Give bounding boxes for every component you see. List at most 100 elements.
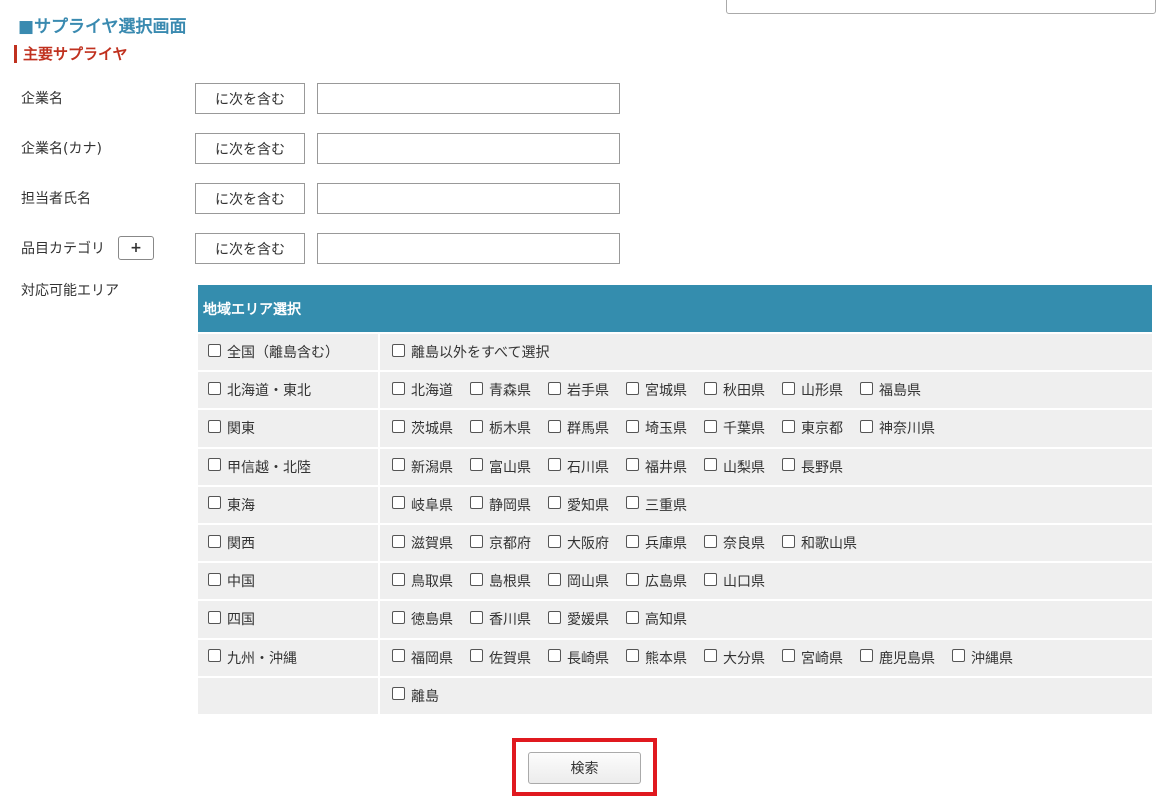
checkbox-icon[interactable] bbox=[208, 419, 221, 433]
checkbox-icon[interactable] bbox=[208, 381, 221, 395]
checkbox-icon[interactable] bbox=[626, 572, 639, 586]
prefecture-checkbox[interactable]: 山形県 bbox=[782, 380, 843, 400]
checkbox-icon[interactable] bbox=[860, 649, 873, 663]
prefecture-checkbox[interactable]: 静岡県 bbox=[470, 495, 531, 515]
company-kana-input[interactable] bbox=[317, 133, 620, 164]
region-checkbox[interactable]: 中国 bbox=[208, 571, 255, 591]
prefecture-checkbox[interactable]: 沖縄県 bbox=[952, 648, 1013, 668]
checkbox-icon[interactable] bbox=[470, 381, 483, 395]
checkbox-icon[interactable] bbox=[548, 649, 561, 663]
region-checkbox[interactable]: 四国 bbox=[208, 609, 255, 629]
checkbox-icon[interactable] bbox=[208, 343, 221, 357]
checkbox-icon[interactable] bbox=[782, 458, 795, 472]
checkbox-icon[interactable] bbox=[548, 419, 561, 433]
prefecture-checkbox[interactable]: 佐賀県 bbox=[470, 648, 531, 668]
checkbox-icon[interactable] bbox=[548, 496, 561, 510]
region-checkbox[interactable]: 関東 bbox=[208, 418, 255, 438]
company-name-condition[interactable]: に次を含む bbox=[195, 83, 305, 114]
checkbox-icon[interactable] bbox=[392, 534, 405, 548]
prefecture-checkbox[interactable]: 大分県 bbox=[704, 648, 765, 668]
region-checkbox[interactable]: 東海 bbox=[208, 495, 255, 515]
prefecture-checkbox[interactable]: 三重県 bbox=[626, 495, 687, 515]
prefecture-checkbox[interactable]: 栃木県 bbox=[470, 418, 531, 438]
checkbox-icon[interactable] bbox=[626, 381, 639, 395]
checkbox-icon[interactable] bbox=[704, 534, 717, 548]
checkbox-icon[interactable] bbox=[548, 381, 561, 395]
prefecture-checkbox[interactable]: 鳥取県 bbox=[392, 571, 453, 591]
checkbox-icon[interactable] bbox=[208, 610, 221, 624]
checkbox-icon[interactable] bbox=[704, 419, 717, 433]
checkbox-icon[interactable] bbox=[470, 610, 483, 624]
region-checkbox[interactable]: 九州・沖縄 bbox=[208, 648, 297, 668]
prefecture-checkbox[interactable]: 広島県 bbox=[626, 571, 687, 591]
prefecture-checkbox[interactable]: 岐阜県 bbox=[392, 495, 453, 515]
prefecture-checkbox[interactable]: 離島 bbox=[392, 686, 439, 706]
checkbox-icon[interactable] bbox=[782, 419, 795, 433]
checkbox-icon[interactable] bbox=[470, 572, 483, 586]
company-name-input[interactable] bbox=[317, 83, 620, 114]
prefecture-checkbox[interactable]: 滋賀県 bbox=[392, 533, 453, 553]
prefecture-checkbox[interactable]: 青森県 bbox=[470, 380, 531, 400]
region-checkbox[interactable]: 全国（離島含む） bbox=[208, 342, 339, 362]
prefecture-checkbox[interactable]: 香川県 bbox=[470, 609, 531, 629]
checkbox-icon[interactable] bbox=[470, 534, 483, 548]
checkbox-icon[interactable] bbox=[470, 649, 483, 663]
prefecture-checkbox[interactable]: 新潟県 bbox=[392, 457, 453, 477]
checkbox-icon[interactable] bbox=[208, 496, 221, 510]
checkbox-icon[interactable] bbox=[548, 572, 561, 586]
prefecture-checkbox[interactable]: 北海道 bbox=[392, 380, 453, 400]
category-condition[interactable]: に次を含む bbox=[195, 233, 305, 264]
checkbox-icon[interactable] bbox=[860, 381, 873, 395]
prefecture-checkbox[interactable]: 群馬県 bbox=[548, 418, 609, 438]
prefecture-checkbox[interactable]: 高知県 bbox=[626, 609, 687, 629]
prefecture-checkbox[interactable]: 福島県 bbox=[860, 380, 921, 400]
checkbox-icon[interactable] bbox=[470, 419, 483, 433]
prefecture-checkbox[interactable]: 愛媛県 bbox=[548, 609, 609, 629]
checkbox-icon[interactable] bbox=[626, 610, 639, 624]
prefecture-checkbox[interactable]: 長崎県 bbox=[548, 648, 609, 668]
checkbox-icon[interactable] bbox=[626, 419, 639, 433]
prefecture-checkbox[interactable]: 島根県 bbox=[470, 571, 531, 591]
prefecture-checkbox[interactable]: 離島以外をすべて選択 bbox=[392, 342, 549, 362]
checkbox-icon[interactable] bbox=[782, 381, 795, 395]
prefecture-checkbox[interactable]: 宮城県 bbox=[626, 380, 687, 400]
checkbox-icon[interactable] bbox=[470, 458, 483, 472]
category-input[interactable] bbox=[317, 233, 620, 264]
checkbox-icon[interactable] bbox=[626, 649, 639, 663]
prefecture-checkbox[interactable]: 茨城県 bbox=[392, 418, 453, 438]
prefecture-checkbox[interactable]: 愛知県 bbox=[548, 495, 609, 515]
prefecture-checkbox[interactable]: 富山県 bbox=[470, 457, 531, 477]
checkbox-icon[interactable] bbox=[548, 610, 561, 624]
prefecture-checkbox[interactable]: 福井県 bbox=[626, 457, 687, 477]
prefecture-checkbox[interactable]: 千葉県 bbox=[704, 418, 765, 438]
checkbox-icon[interactable] bbox=[392, 496, 405, 510]
checkbox-icon[interactable] bbox=[548, 458, 561, 472]
region-checkbox[interactable]: 甲信越・北陸 bbox=[208, 457, 311, 477]
checkbox-icon[interactable] bbox=[704, 381, 717, 395]
checkbox-icon[interactable] bbox=[548, 534, 561, 548]
prefecture-checkbox[interactable]: 京都府 bbox=[470, 533, 531, 553]
checkbox-icon[interactable] bbox=[626, 458, 639, 472]
checkbox-icon[interactable] bbox=[782, 534, 795, 548]
prefecture-checkbox[interactable]: 宮崎県 bbox=[782, 648, 843, 668]
checkbox-icon[interactable] bbox=[626, 496, 639, 510]
prefecture-checkbox[interactable]: 東京都 bbox=[782, 418, 843, 438]
prefecture-checkbox[interactable]: 岡山県 bbox=[548, 571, 609, 591]
checkbox-icon[interactable] bbox=[392, 343, 405, 357]
prefecture-checkbox[interactable]: 秋田県 bbox=[704, 380, 765, 400]
prefecture-checkbox[interactable]: 大阪府 bbox=[548, 533, 609, 553]
prefecture-checkbox[interactable]: 岩手県 bbox=[548, 380, 609, 400]
checkbox-icon[interactable] bbox=[704, 649, 717, 663]
checkbox-icon[interactable] bbox=[860, 419, 873, 433]
region-checkbox[interactable]: 北海道・東北 bbox=[208, 380, 311, 400]
checkbox-icon[interactable] bbox=[952, 649, 965, 663]
checkbox-icon[interactable] bbox=[392, 610, 405, 624]
back-button[interactable] bbox=[726, 0, 1156, 14]
prefecture-checkbox[interactable]: 福岡県 bbox=[392, 648, 453, 668]
checkbox-icon[interactable] bbox=[392, 458, 405, 472]
company-kana-condition[interactable]: に次を含む bbox=[195, 133, 305, 164]
prefecture-checkbox[interactable]: 長野県 bbox=[782, 457, 843, 477]
checkbox-icon[interactable] bbox=[208, 534, 221, 548]
checkbox-icon[interactable] bbox=[392, 687, 405, 701]
prefecture-checkbox[interactable]: 山口県 bbox=[704, 571, 765, 591]
